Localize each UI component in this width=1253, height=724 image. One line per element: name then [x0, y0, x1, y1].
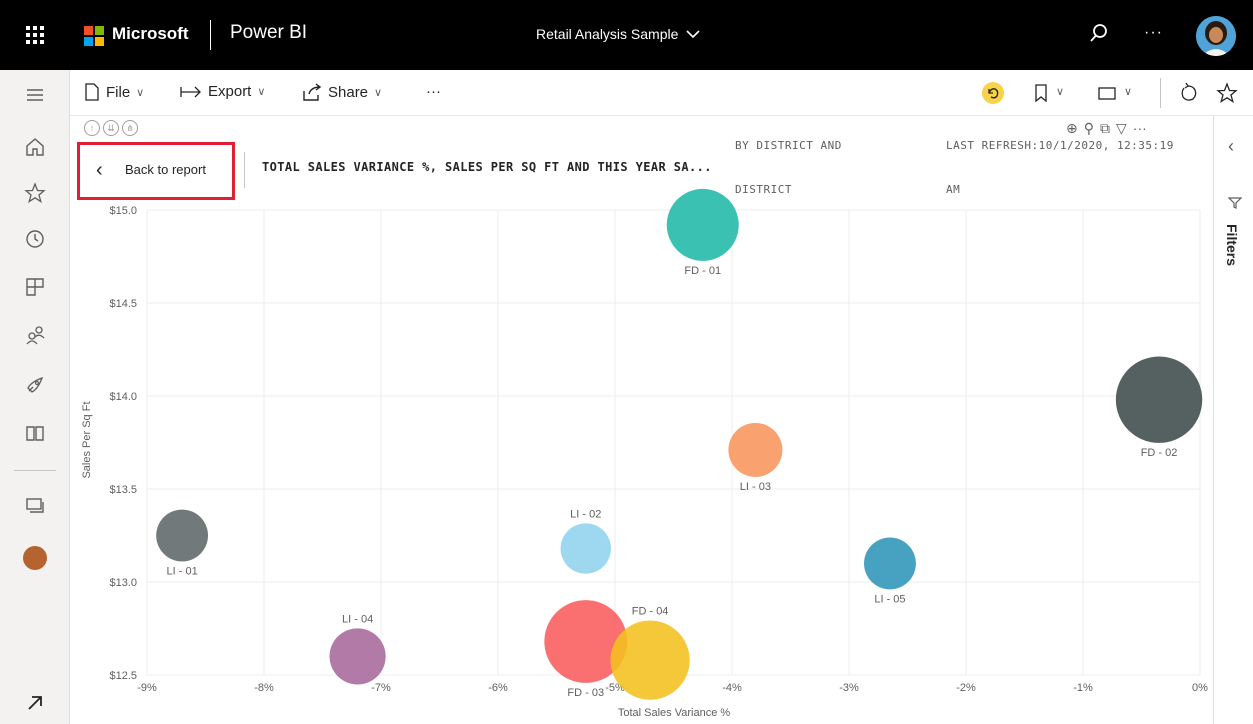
more-options-icon[interactable]: ··· [1133, 120, 1147, 137]
filters-label[interactable]: Filters [1224, 224, 1240, 266]
refresh-icon[interactable] [1178, 82, 1200, 104]
title-separator [244, 152, 245, 188]
export-menu[interactable]: Export ∨ [180, 83, 265, 100]
chevron-down-icon: ∨ [374, 86, 383, 99]
export-label: Export [208, 83, 252, 100]
report-canvas: ↑ ⇊ ⋔ ⊕ ⚲ ⧉ ▽ ··· [70, 116, 1213, 724]
hamburger-menu-icon[interactable] [24, 84, 46, 106]
file-menu[interactable]: File ∨ [84, 83, 144, 101]
back-to-report-label: Back to report [125, 162, 206, 177]
drill-down-level-icon[interactable]: ⇊ [103, 120, 119, 136]
report-toolbar: File ∨ Export ∨ Share ∨ ··· ∨ ∨ [70, 70, 1253, 116]
app-launcher-icon[interactable] [26, 26, 44, 44]
workspaces-book-icon[interactable] [24, 422, 46, 444]
recent-clock-icon[interactable] [24, 228, 46, 250]
chevron-down-icon: ∨ [257, 86, 266, 98]
reset-icon[interactable] [982, 82, 1004, 104]
file-label: File [106, 83, 131, 101]
share-icon [303, 83, 322, 101]
favorites-star-icon[interactable] [24, 182, 46, 204]
filter-icon[interactable]: ▽ [1116, 120, 1127, 137]
background-text: AM [946, 183, 961, 196]
search-icon[interactable] [1088, 22, 1110, 44]
download-icon[interactable]: ⊕ [1066, 120, 1078, 137]
microsoft-logo-icon [84, 26, 104, 46]
favorite-star-icon[interactable] [1216, 82, 1238, 104]
view-icon[interactable] [1096, 82, 1118, 104]
get-data-arrow-icon[interactable] [24, 692, 46, 714]
chevron-down-icon[interactable]: ∨ [1124, 85, 1132, 98]
toolbar-more-button[interactable]: ··· [426, 83, 441, 100]
top-header: Microsoft Power BI Retail Analysis Sampl… [0, 0, 1253, 70]
back-to-report-button[interactable]: ‹ Back to report [77, 142, 235, 200]
share-menu[interactable]: Share ∨ [302, 83, 382, 101]
chevron-left-icon: ‹ [96, 159, 103, 181]
apps-icon[interactable] [24, 276, 46, 298]
chevron-left-icon[interactable]: ‹ [1228, 136, 1234, 157]
background-text: BY DISTRICT AND [735, 139, 842, 152]
chevron-down-icon[interactable]: ∨ [1056, 85, 1064, 98]
report-title: Retail Analysis Sample [536, 26, 679, 42]
funnel-icon[interactable] [1228, 196, 1242, 210]
filters-pane: ‹ Filters [1213, 116, 1253, 724]
chevron-down-icon [686, 30, 700, 39]
background-text: DISTRICT [735, 183, 792, 196]
drill-up-icon[interactable]: ↑ [84, 120, 100, 136]
workspaces-icon[interactable] [24, 494, 46, 516]
learn-rocket-icon[interactable] [24, 374, 46, 396]
expand-hierarchy-icon[interactable]: ⋔ [122, 120, 138, 136]
shared-with-me-icon[interactable] [24, 324, 46, 346]
more-options-button[interactable]: ··· [1144, 24, 1163, 42]
header-divider [210, 20, 211, 50]
file-icon [85, 83, 99, 101]
background-text: LAST REFRESH:10/1/2020, 12:35:19 [946, 139, 1174, 152]
app-name[interactable]: Power BI [230, 22, 307, 44]
toolbar-divider [1160, 78, 1161, 108]
chevron-down-icon: ∨ [136, 86, 145, 99]
nav-divider [14, 470, 56, 471]
copy-icon[interactable]: ⧉ [1100, 120, 1110, 137]
export-arrow-icon [180, 86, 201, 97]
brand-name[interactable]: Microsoft [112, 24, 189, 44]
visual-header-icons: ⊕ ⚲ ⧉ ▽ ··· [1066, 120, 1147, 137]
drill-controls: ↑ ⇊ ⋔ [84, 120, 138, 136]
left-navigation [0, 70, 70, 724]
visual-title: TOTAL SALES VARIANCE %, SALES PER SQ FT … [262, 160, 712, 174]
report-title-dropdown[interactable]: Retail Analysis Sample [536, 26, 700, 42]
bookmark-icon[interactable] [1030, 82, 1052, 104]
share-label: Share [328, 83, 369, 101]
home-icon[interactable] [24, 136, 46, 158]
user-avatar[interactable] [1196, 16, 1236, 56]
my-workspace-avatar[interactable] [23, 546, 47, 570]
pin-icon[interactable]: ⚲ [1084, 120, 1094, 137]
